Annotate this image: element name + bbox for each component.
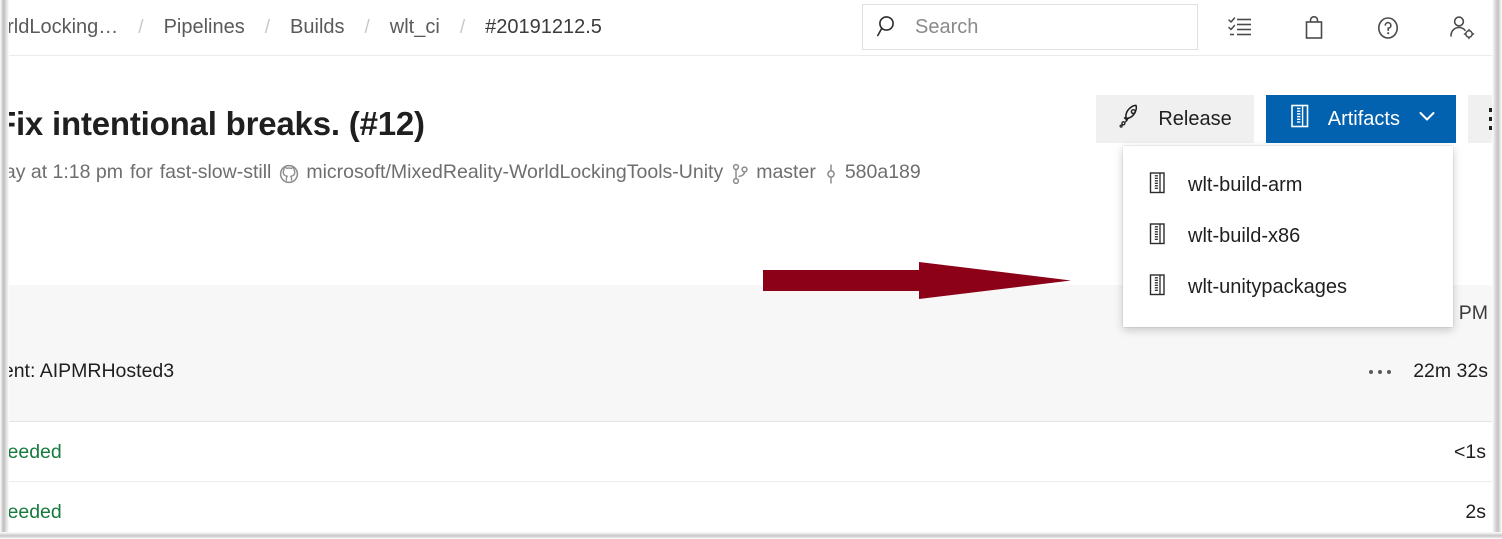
breadcrumb-pipelines[interactable]: Pipelines xyxy=(162,16,247,39)
status-badge: cceeded xyxy=(0,441,62,463)
build-action-buttons: Release Artifacts xyxy=(1096,95,1502,143)
agent-label: gent: AIPMRHosted3 xyxy=(0,360,175,382)
marketplace-bag-icon[interactable] xyxy=(1299,13,1329,43)
build-branch: master xyxy=(756,161,816,183)
user-settings-icon[interactable] xyxy=(1447,13,1477,43)
task-duration: <1s xyxy=(1454,441,1486,463)
release-button-label: Release xyxy=(1158,107,1232,130)
breadcrumb-separator: / xyxy=(364,16,370,38)
window-edge-right xyxy=(1492,0,1502,539)
breadcrumb-separator: / xyxy=(264,16,271,38)
breadcrumb-pipeline[interactable]: wlt_ci xyxy=(388,16,442,39)
task-duration: 2s xyxy=(1465,501,1486,523)
breadcrumb: orldLocking… / Pipelines / Builds / wlt_… xyxy=(0,16,604,39)
breadcrumb-build[interactable]: #20191212.5 xyxy=(483,16,604,39)
build-commit: 580a189 xyxy=(844,161,921,183)
search-icon xyxy=(863,14,915,40)
azure-devops-build-page: orldLocking… / Pipelines / Builds / wlt_… xyxy=(0,0,1502,539)
build-repository: microsoft/MixedReality-WorldLockingTools… xyxy=(306,161,724,183)
artifacts-dropdown-menu[interactable]: wlt-build-arm wlt-build-x86 wlt-unitypac… xyxy=(1123,146,1453,327)
breadcrumb-builds[interactable]: Builds xyxy=(288,16,346,39)
breadcrumb-project[interactable]: orldLocking… xyxy=(0,16,120,39)
rocket-icon xyxy=(1118,103,1144,135)
breadcrumb-separator: / xyxy=(459,16,466,38)
top-navigation-bar: orldLocking… / Pipelines / Builds / wlt_… xyxy=(0,0,1502,56)
build-source-branch: fast-slow-still xyxy=(159,161,272,183)
build-time: day at 1:18 pm xyxy=(0,161,123,183)
branch-icon xyxy=(731,163,749,185)
release-button[interactable]: Release xyxy=(1096,95,1254,143)
status-badge: cceeded xyxy=(0,501,62,523)
table-row[interactable]: cceeded 2s xyxy=(0,483,1502,539)
artifacts-menu-item-wlt-build-arm[interactable]: wlt-build-arm xyxy=(1123,160,1453,211)
zip-package-icon xyxy=(1147,273,1169,303)
search-input[interactable] xyxy=(915,15,1175,39)
zip-package-icon xyxy=(1147,222,1169,252)
artifacts-menu-item-label: wlt-build-x86 xyxy=(1188,225,1301,247)
search-box[interactable] xyxy=(862,4,1198,50)
chevron-down-icon xyxy=(1416,105,1438,133)
breadcrumb-separator: / xyxy=(138,16,144,38)
artifacts-menu-item-label: wlt-build-arm xyxy=(1188,174,1303,196)
window-edge-bottom xyxy=(0,532,1502,539)
artifacts-menu-item-label: wlt-unitypackages xyxy=(1188,276,1347,298)
commit-icon xyxy=(824,163,838,185)
artifacts-button[interactable]: Artifacts xyxy=(1265,95,1456,143)
zip-package-icon xyxy=(1147,171,1169,201)
help-question-icon[interactable] xyxy=(1373,13,1403,43)
artifacts-menu-item-wlt-unitypackages[interactable]: wlt-unitypackages xyxy=(1123,262,1453,313)
tasks-list-icon[interactable] xyxy=(1225,13,1255,43)
table-row[interactable]: cceeded <1s xyxy=(0,423,1502,482)
artifacts-button-label: Artifacts xyxy=(1327,107,1400,130)
zip-package-icon xyxy=(1288,103,1312,135)
more-horizontal-icon[interactable] xyxy=(1369,369,1392,374)
github-icon xyxy=(279,164,299,184)
agent-duration: 22m 32s xyxy=(1413,360,1488,382)
artifacts-menu-item-wlt-build-x86[interactable]: wlt-build-x86 xyxy=(1123,211,1453,262)
page-title: Fix intentional breaks. (#12) xyxy=(0,105,425,142)
build-for-label: for xyxy=(130,161,153,183)
build-metadata: day at 1:18 pm for fast-slow-still micro… xyxy=(0,161,921,184)
header-icon-group xyxy=(1225,0,1477,56)
window-edge-left xyxy=(0,0,9,539)
agent-row-right: 22m 32s xyxy=(1369,360,1488,383)
